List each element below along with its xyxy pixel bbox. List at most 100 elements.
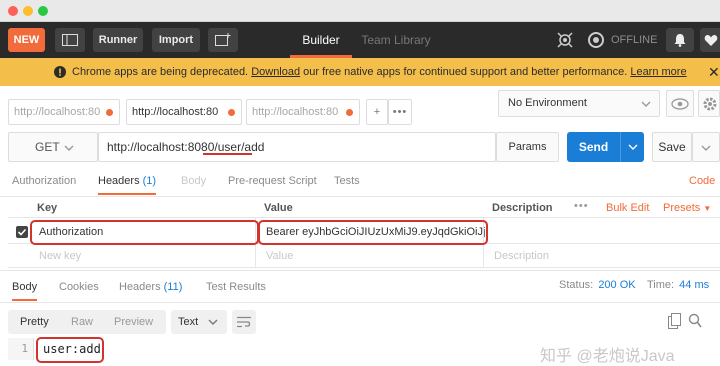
send-options-button[interactable] xyxy=(620,132,644,162)
more-options-icon[interactable]: ••• xyxy=(574,200,589,212)
check-icon xyxy=(17,228,27,236)
view-mode-group: Pretty Raw Preview xyxy=(8,310,166,334)
eye-icon xyxy=(671,98,689,110)
request-tab-label: http://localhost:80 xyxy=(252,106,339,118)
status-value: 200 OK xyxy=(598,279,636,291)
chevron-down-icon xyxy=(64,145,74,151)
heart-icon xyxy=(704,34,718,46)
deprecation-banner: Chrome apps are being deprecated. Downlo… xyxy=(0,58,720,86)
presets-label: Presets xyxy=(663,202,701,214)
settings-button[interactable] xyxy=(700,28,720,52)
row-enabled-checkbox[interactable] xyxy=(16,226,28,238)
tab-authorization[interactable]: Authorization xyxy=(12,175,76,187)
tab-headers-label: Headers xyxy=(98,175,140,187)
new-description-input[interactable]: Description xyxy=(494,244,549,268)
sync-icon[interactable] xyxy=(587,31,605,49)
unsaved-dot xyxy=(346,109,353,116)
banner-text: Chrome apps are being deprecated. xyxy=(72,66,249,78)
generate-code-link[interactable]: Code xyxy=(689,175,715,187)
method-select[interactable]: GET xyxy=(8,132,98,162)
url-path: user/add xyxy=(217,140,265,154)
annotation-underline xyxy=(203,153,252,155)
gear-icon xyxy=(703,97,717,111)
search-icon[interactable] xyxy=(688,313,702,329)
new-value-input[interactable]: Value xyxy=(266,244,293,268)
download-link[interactable]: Download xyxy=(251,66,300,78)
tab-body[interactable]: Body xyxy=(181,175,206,187)
method-value: GET xyxy=(35,140,60,154)
sidebar-toggle-button[interactable] xyxy=(55,28,85,52)
headers-count: (1) xyxy=(142,175,157,187)
annotation-box xyxy=(258,220,488,245)
divider xyxy=(0,270,720,271)
response-time: Time: 44 ms xyxy=(647,279,709,291)
environment-select[interactable]: No Environment xyxy=(498,90,660,117)
tab-tests[interactable]: Tests xyxy=(334,175,360,187)
format-value: Text xyxy=(178,316,199,328)
headers-table-head: Key Value Description ••• Bulk Edit Pres… xyxy=(8,198,720,218)
presets-dropdown[interactable]: Presets ▼ xyxy=(663,202,711,214)
close-window-button[interactable] xyxy=(8,6,18,16)
new-key-input[interactable]: New key xyxy=(39,244,81,268)
response-status: Status: 200 OK xyxy=(559,279,636,291)
minimize-window-button[interactable] xyxy=(23,6,33,16)
time-label: Time: xyxy=(647,279,675,291)
tab-headers[interactable]: Headers (1) xyxy=(98,175,157,195)
save-options-button[interactable] xyxy=(692,132,720,162)
save-button[interactable]: Save xyxy=(652,132,692,162)
annotation-box xyxy=(30,220,259,245)
time-value: 44 ms xyxy=(679,279,710,291)
maximize-window-button[interactable] xyxy=(38,6,48,16)
view-pretty[interactable]: Pretty xyxy=(20,310,49,334)
status-label: Status: xyxy=(559,279,594,291)
environment-quick-look-button[interactable] xyxy=(666,90,694,117)
notifications-button[interactable] xyxy=(666,28,694,52)
manage-environments-button[interactable] xyxy=(698,90,720,117)
response-body-text[interactable]: user:add xyxy=(43,338,101,360)
response-tab-test-results[interactable]: Test Results xyxy=(206,281,266,293)
chevron-down-icon xyxy=(628,144,638,150)
more-tabs-button[interactable]: ••• xyxy=(388,99,412,125)
response-headers-label: Headers xyxy=(119,281,161,293)
close-banner-icon[interactable]: ✕ xyxy=(708,58,720,86)
request-tab-active[interactable]: http://localhost:80 xyxy=(126,99,242,125)
window-titlebar xyxy=(0,0,720,22)
request-tab[interactable]: http://localhost:80 xyxy=(8,99,120,125)
params-button[interactable]: Params xyxy=(496,132,559,162)
plus-icon: + xyxy=(373,106,381,118)
url-input[interactable]: http://localhost:8080/user/add xyxy=(98,132,496,162)
tab-team-library[interactable]: Team Library xyxy=(357,22,435,58)
tab-builder[interactable]: Builder xyxy=(290,22,352,58)
more-icon: ••• xyxy=(392,106,408,118)
view-raw[interactable]: Raw xyxy=(71,310,93,334)
runner-button[interactable]: Runner xyxy=(93,28,143,52)
sidebar-icon xyxy=(62,34,78,46)
bulk-edit-link[interactable]: Bulk Edit xyxy=(606,202,649,214)
send-button[interactable]: Send xyxy=(567,132,620,162)
format-select[interactable]: Text xyxy=(171,310,227,334)
bell-icon xyxy=(674,34,686,47)
learn-more-link[interactable]: Learn more xyxy=(630,66,686,78)
view-preview[interactable]: Preview xyxy=(114,310,153,334)
wrap-lines-button[interactable] xyxy=(232,310,256,334)
response-tab-body[interactable]: Body xyxy=(12,281,38,301)
response-tab-cookies[interactable]: Cookies xyxy=(59,281,99,293)
chevron-down-icon xyxy=(208,319,218,325)
line-number: 1 xyxy=(8,338,34,360)
wrap-icon xyxy=(237,316,251,328)
interceptor-icon[interactable] xyxy=(556,31,574,49)
new-button[interactable]: NEW xyxy=(8,28,45,52)
copy-icon[interactable] xyxy=(668,313,682,329)
response-tab-headers[interactable]: Headers (11) xyxy=(119,281,182,293)
divider xyxy=(0,302,720,303)
import-button[interactable]: Import xyxy=(152,28,200,52)
response-headers-count: (11) xyxy=(163,281,183,293)
new-window-button[interactable] xyxy=(208,28,238,52)
warning-icon xyxy=(54,66,66,78)
add-tab-button[interactable]: + xyxy=(366,99,388,125)
banner-text-continued: our free native apps for continued suppo… xyxy=(303,66,628,78)
request-tab[interactable]: http://localhost:80 xyxy=(246,99,360,125)
tab-prerequest-script[interactable]: Pre-request Script xyxy=(228,175,317,187)
table-row-new: New key Value Description xyxy=(8,244,720,268)
request-tab-label: http://localhost:80 xyxy=(14,106,101,118)
